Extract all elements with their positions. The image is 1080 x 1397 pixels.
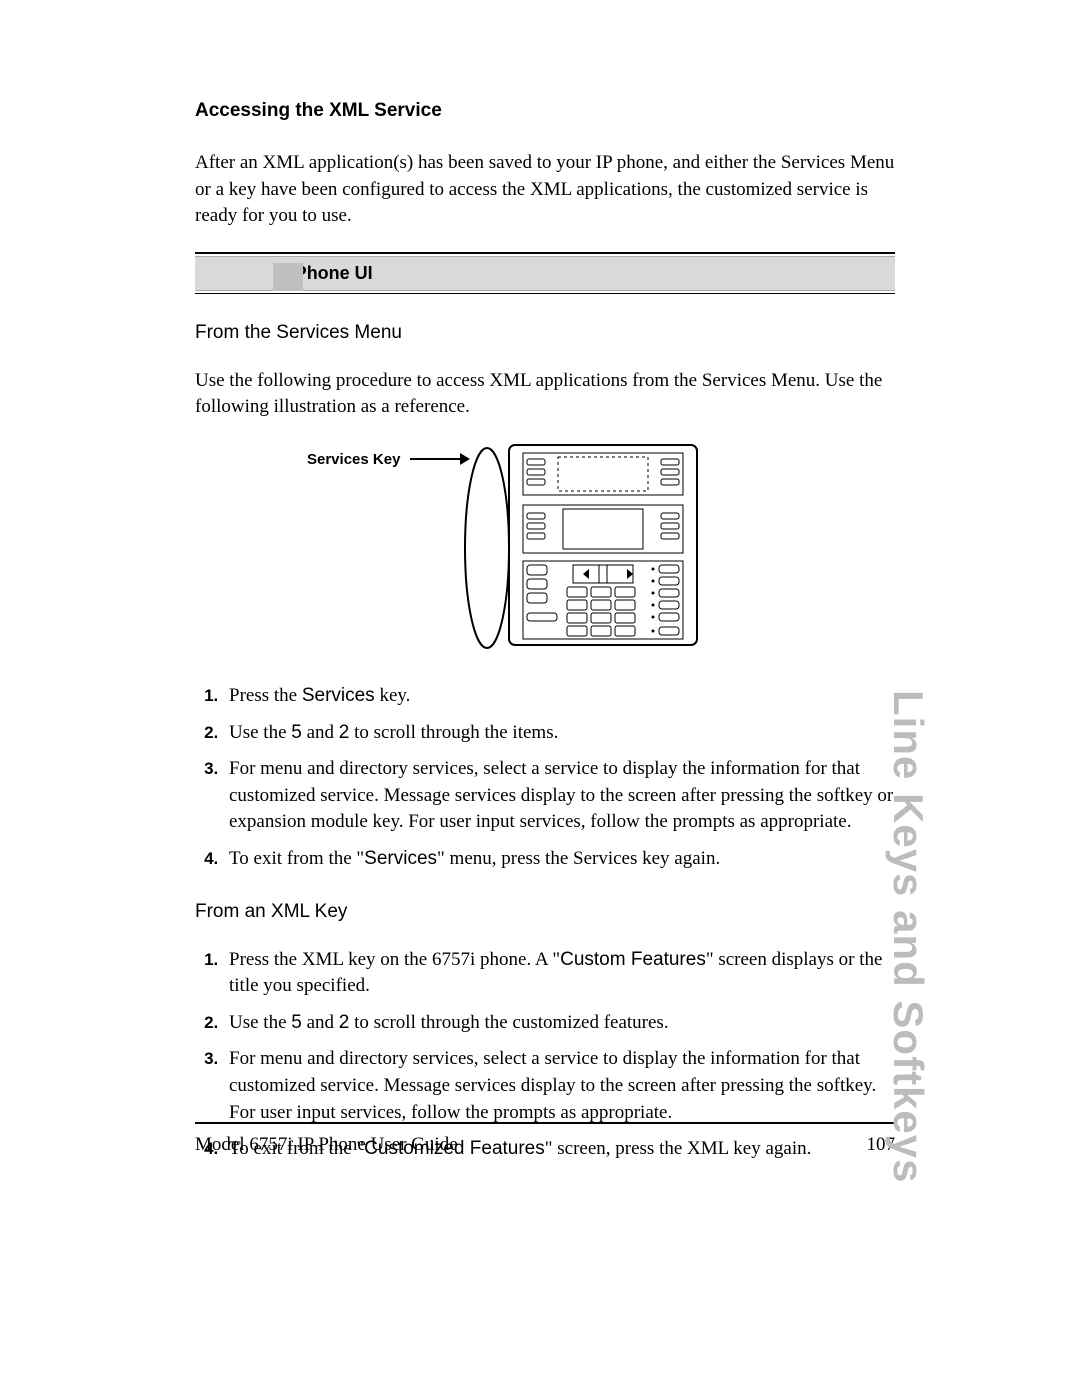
step-3: For menu and directory services, select … (223, 756, 895, 836)
ui-banner: IP Phone UI (195, 252, 895, 294)
step-1: Press the Services key. (223, 683, 895, 710)
section1-lead: Use the following procedure to access XM… (195, 368, 895, 421)
figure-label: Services Key (307, 451, 400, 468)
page-footer: Model 6757i IP Phone User Guide 107 (195, 1122, 895, 1156)
section-heading: Accessing the XML Service (195, 100, 895, 122)
step-2: Use the 5 and 2 to scroll through the it… (223, 720, 895, 747)
step-3b: For menu and directory services, select … (223, 1046, 895, 1126)
chapter-tab: Line Keys and Softkeys (884, 690, 932, 1184)
phone-ui-icon (273, 263, 303, 291)
phone-illustration (463, 443, 703, 653)
phone-figure: Services Key (195, 443, 895, 653)
intro-paragraph: After an XML application(s) has been sav… (195, 150, 895, 230)
subheading-services-menu: From the Services Menu (195, 322, 895, 344)
step-4: To exit from the "Services" menu, press … (223, 846, 895, 873)
callout-arrow (410, 458, 468, 460)
subheading-xml-key: From an XML Key (195, 901, 895, 923)
step-1b: Press the XML key on the 6757i phone. A … (223, 947, 895, 1000)
step-2b: Use the 5 and 2 to scroll through the cu… (223, 1010, 895, 1037)
steps-section1: Press the Services key. Use the 5 and 2 … (195, 683, 895, 873)
footer-title: Model 6757i IP Phone User Guide (195, 1134, 458, 1156)
